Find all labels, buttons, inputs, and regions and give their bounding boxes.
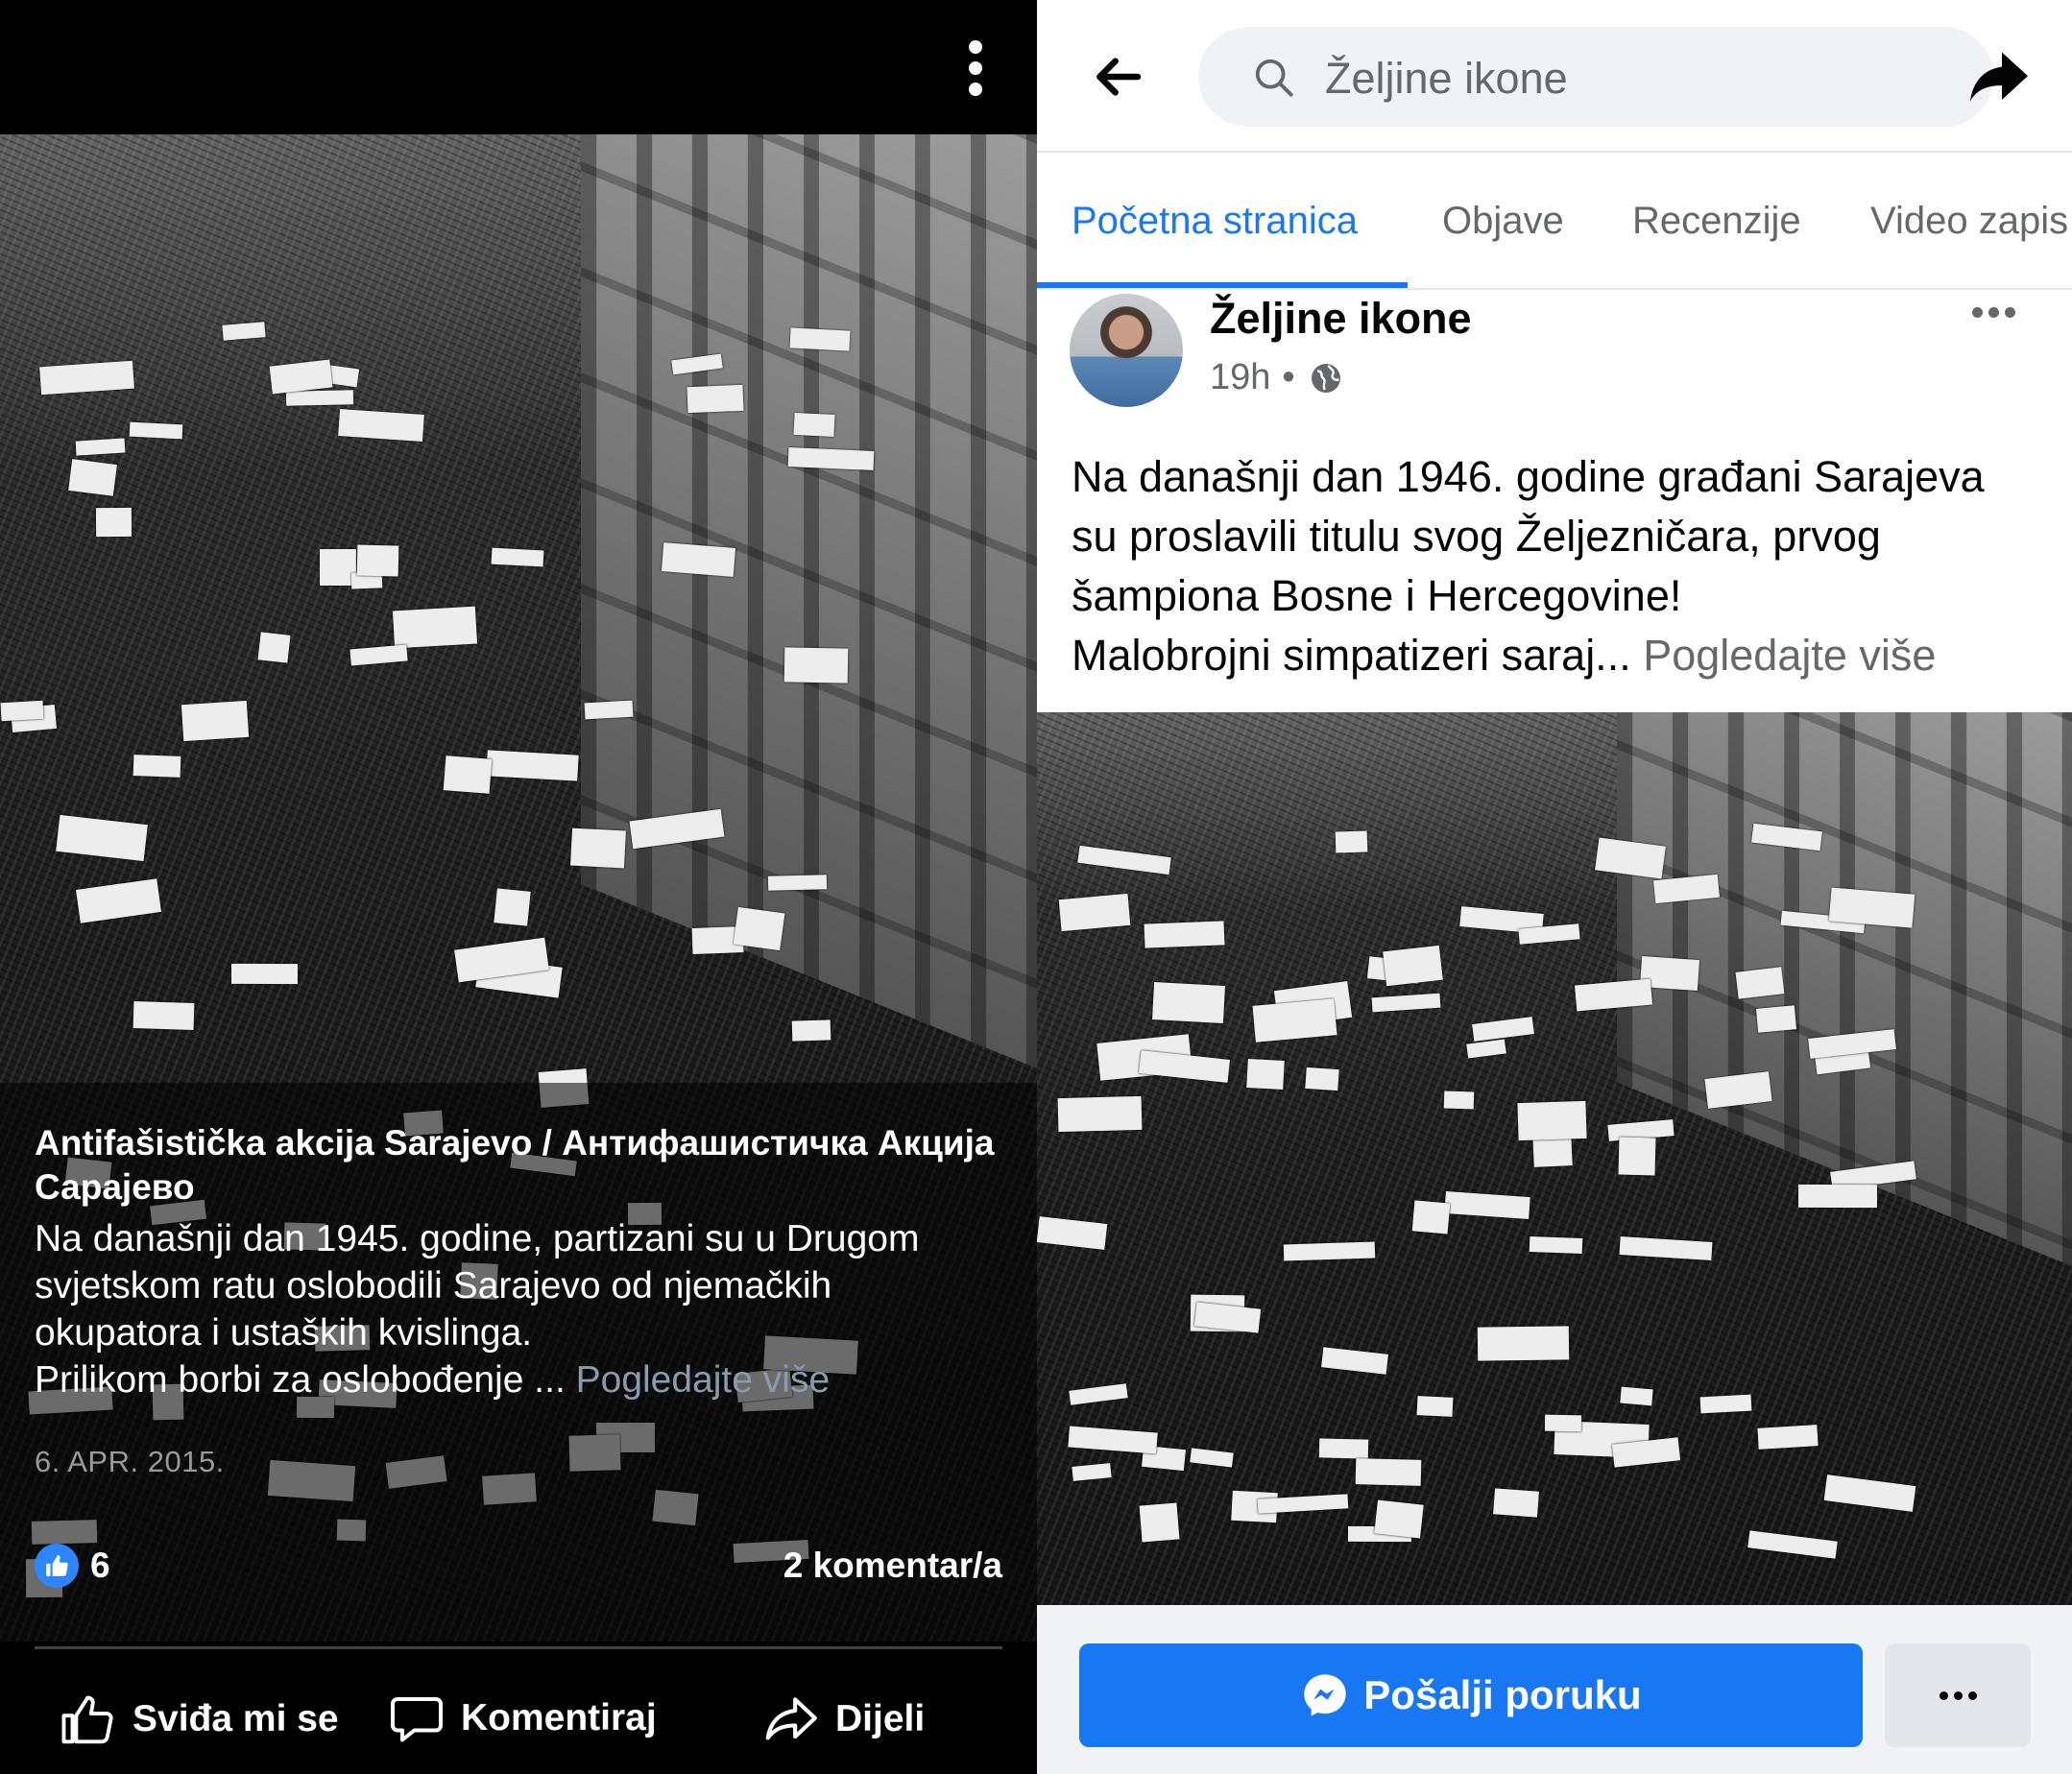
post-date: 6. APR. 2015. [35, 1445, 225, 1478]
facebook-page-panel: Željine ikone Početna stranica Objave Re… [1037, 0, 2072, 1774]
photo-caption: Antifašistička akcija Sarajevo / Антифаш… [35, 1121, 1014, 1403]
post-text: Na današnji dan 1946. godine građani Sar… [1072, 447, 2051, 685]
tab-videos[interactable]: Video zapis [1870, 200, 2068, 243]
post-line-last: Prilikom borbi za oslobođenje ... Pogled… [35, 1356, 1014, 1403]
divider [1037, 151, 2072, 153]
page-tabs: Početna stranica Objave Recenzije Video … [1037, 154, 2072, 288]
tab-posts[interactable]: Objave [1442, 200, 1564, 243]
like-label: Sviđa mi se [133, 1698, 339, 1739]
page-action-bar: Pošalji poruku [1037, 1605, 2072, 1774]
post-line: Malobrojni simpatizeri saraj... [1072, 631, 1631, 680]
tab-reviews[interactable]: Recenzije [1632, 200, 1801, 243]
more-vertical-icon[interactable] [964, 36, 987, 106]
search-input[interactable]: Željine ikone [1325, 54, 1568, 104]
search-icon [1255, 59, 1293, 97]
top-header: Željine ikone [1037, 0, 2072, 152]
post-line: svjetskom ratu oslobodili Sarajevo od nj… [35, 1265, 832, 1307]
send-message-button[interactable]: Pošalji poruku [1079, 1643, 1863, 1747]
photo-viewer-panel: Antifašistička akcija Sarajevo / Антифаш… [0, 0, 1037, 1774]
post-author[interactable]: Željine ikone [1210, 294, 1472, 344]
more-options-button[interactable] [1885, 1643, 2031, 1747]
divider [1037, 288, 2072, 290]
send-message-label: Pošalji poruku [1363, 1672, 1642, 1717]
share-icon [765, 1697, 817, 1740]
see-more-link[interactable]: Pogledajte više [576, 1359, 831, 1401]
comment-icon [391, 1697, 443, 1742]
viewer-top-bar [0, 0, 1037, 134]
share-arrow-icon[interactable] [1964, 42, 2034, 116]
see-more-link[interactable]: Pogledajte više [1643, 631, 1936, 680]
post-time[interactable]: 19h [1210, 357, 1270, 398]
globe-icon [1311, 363, 1340, 393]
post-line: okupatora i ustaških kvislinga. [35, 1312, 533, 1354]
reactions-summary[interactable]: 6 [35, 1544, 110, 1588]
share-label: Dijeli [835, 1698, 926, 1739]
post-line: šampiona Bosne i Hercegovine! [1072, 571, 1682, 620]
meta-separator: • [1282, 357, 1295, 397]
post-line: Prilikom borbi za oslobođenje ... [35, 1359, 566, 1401]
post-text: Na današnji dan 1945. godine, partizani … [35, 1215, 1014, 1403]
avatar[interactable] [1070, 294, 1183, 407]
page-name[interactable]: Antifašistička akcija Sarajevo / Антифаш… [35, 1121, 1014, 1210]
post-line: su proslavili titulu svog Željezničara, … [1072, 512, 1881, 561]
back-arrow-icon[interactable] [1091, 50, 1144, 108]
divider [35, 1646, 1002, 1649]
tab-home[interactable]: Početna stranica [1072, 200, 1358, 243]
post-line: Na današnji dan 1946. godine građani Sar… [1072, 452, 1985, 501]
share-button[interactable]: Dijeli [760, 1690, 925, 1749]
like-button[interactable]: Sviđa mi se [58, 1690, 339, 1749]
like-count: 6 [90, 1546, 110, 1585]
messenger-icon [1304, 1674, 1346, 1716]
like-reaction-icon [35, 1544, 79, 1588]
comment-count[interactable]: 2 komentar/a [783, 1546, 1002, 1586]
post-meta: 19h • [1210, 357, 1343, 398]
action-bar: Sviđa mi se Komentiraj Dijeli [0, 1651, 1037, 1774]
comment-label: Komentiraj [461, 1697, 657, 1738]
comment-button[interactable]: Komentiraj [388, 1690, 657, 1747]
search-bar[interactable]: Željine ikone [1198, 27, 1993, 127]
thumbs-up-icon [61, 1695, 113, 1744]
post-line-last: Malobrojni simpatizeri saraj... Pogledaj… [1072, 626, 2051, 685]
post-line: Na današnji dan 1945. godine, partizani … [35, 1218, 920, 1259]
post-photo[interactable] [1037, 712, 2072, 1605]
more-horizontal-icon[interactable] [1969, 305, 2018, 323]
